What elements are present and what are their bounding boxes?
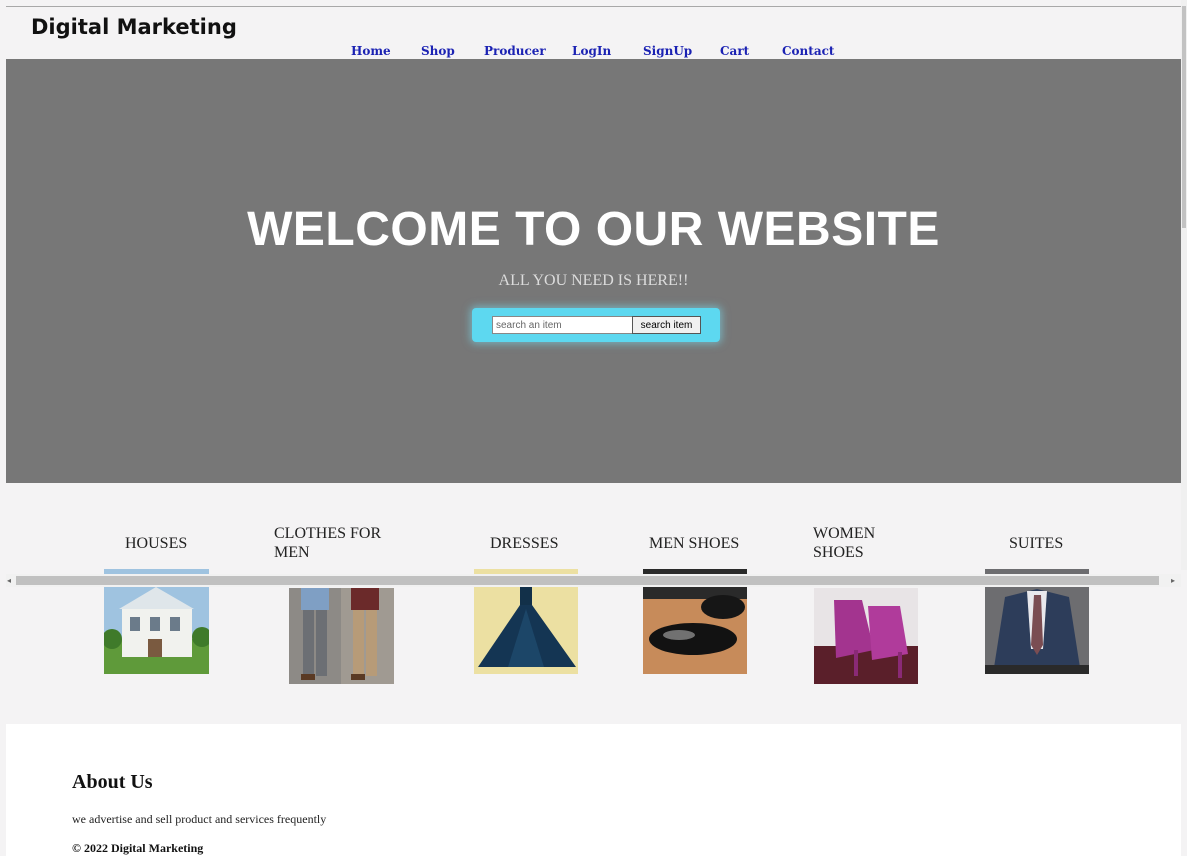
top-divider: [6, 6, 1181, 7]
nav-cart[interactable]: Cart: [720, 44, 749, 58]
vertical-scrollbar[interactable]: [1181, 0, 1187, 570]
category-label-dresses: DRESSES: [490, 535, 559, 552]
hero-subtitle: ALL YOU NEED IS HERE!!: [498, 272, 689, 289]
about-heading: About Us: [72, 771, 153, 793]
nav-contact[interactable]: Contact: [782, 44, 834, 58]
copyright-text: © 2022 Digital Marketing: [72, 841, 204, 855]
hero-banner: WELCOME TO OUR WEBSITE ALL YOU NEED IS H…: [6, 59, 1181, 483]
nav-home[interactable]: Home: [351, 44, 391, 58]
category-label-women-shoes: WOMEN SHOES: [813, 525, 876, 561]
hero-title: WELCOME TO OUR WEBSITE: [247, 203, 940, 256]
horizontal-scroll-thumb[interactable]: [16, 576, 1159, 585]
search-button[interactable]: search item: [632, 316, 701, 334]
nav-signup[interactable]: SignUp: [643, 44, 692, 58]
category-label-houses: HOUSES: [125, 535, 188, 552]
brand-logo[interactable]: Digital Marketing: [31, 15, 237, 39]
search-input[interactable]: [492, 316, 634, 334]
scroll-right-icon[interactable]: ▸: [1171, 574, 1175, 587]
nav-producer[interactable]: Producer: [484, 44, 546, 58]
about-section: About Us we advertise and sell product a…: [6, 724, 1181, 856]
men-clothes-image[interactable]: [289, 588, 394, 684]
nav-login[interactable]: LogIn: [572, 44, 611, 58]
category-label-suites: SUITES: [1009, 535, 1064, 552]
search-container: search item: [472, 308, 720, 342]
scroll-left-icon[interactable]: ◂: [7, 574, 11, 587]
women-shoes-image[interactable]: [814, 588, 918, 684]
horizontal-scrollbar[interactable]: ◂ ▸: [6, 574, 1181, 587]
nav-shop[interactable]: Shop: [421, 44, 455, 58]
category-label-men-shoes: MEN SHOES: [649, 535, 740, 552]
vertical-scroll-thumb[interactable]: [1182, 6, 1186, 228]
category-label-clothes-for-men: CLOTHES FOR MEN: [274, 525, 382, 561]
about-text: we advertise and sell product and servic…: [72, 812, 327, 826]
